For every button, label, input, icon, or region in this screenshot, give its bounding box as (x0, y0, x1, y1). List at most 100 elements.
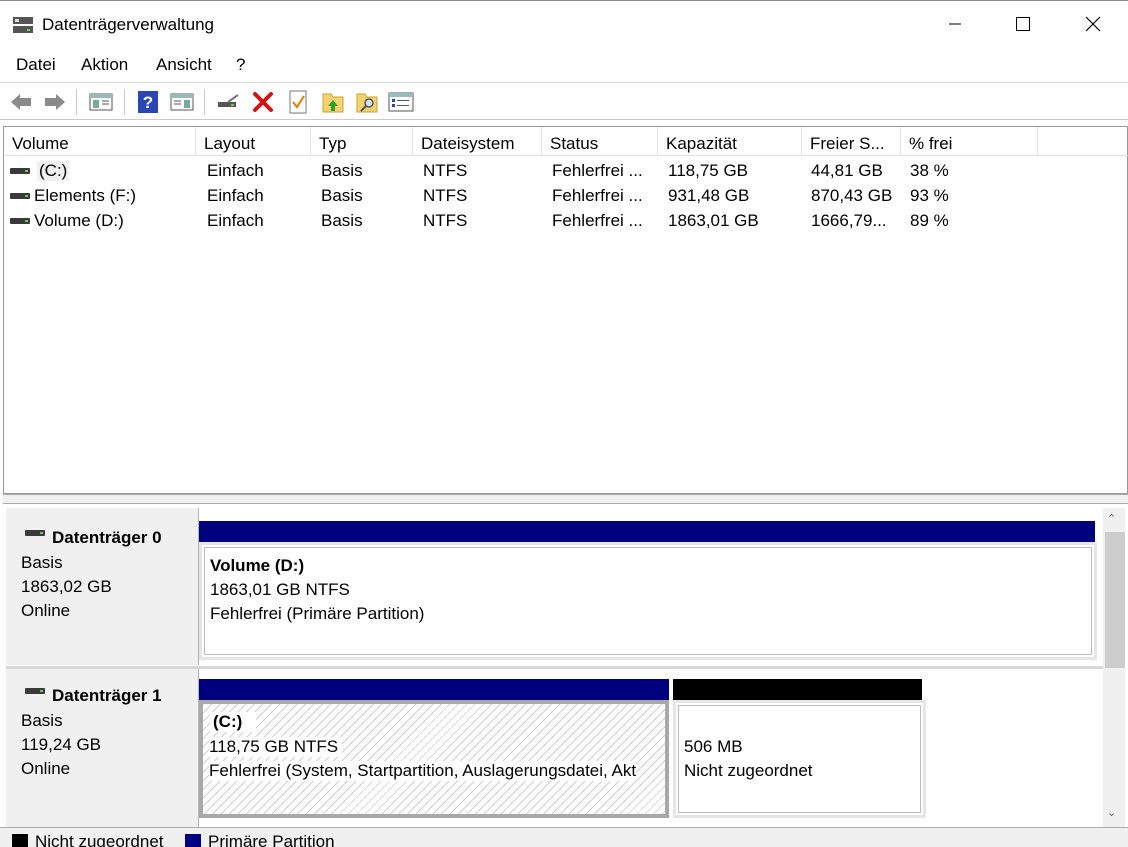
disk-0-type: Basis (21, 553, 63, 572)
drive-icon (10, 218, 30, 224)
properties-view-button[interactable] (169, 89, 195, 115)
partition-title: Volume (D:) (210, 556, 305, 575)
toolbar-separator (204, 89, 205, 115)
forward-arrow-icon (45, 94, 65, 110)
disk-0-size: 1863,02 GB (21, 577, 112, 596)
legend-unallocated: Nicht zugeordnet (35, 832, 164, 847)
settings-list-icon (388, 92, 414, 112)
cell-typ: Basis (321, 211, 363, 230)
disk-1-info[interactable]: Datenträger 1 Basis 119,24 GB Online (6, 669, 199, 827)
volume-list-header: Volume Layout Typ Dateisystem Status Kap… (4, 127, 1128, 156)
cell-kapazitaet: 931,48 GB (668, 186, 750, 205)
disk-0-state: Online (21, 601, 71, 620)
column-header-status[interactable]: Status (542, 127, 658, 156)
minimize-button[interactable] (920, 1, 990, 47)
console-tree-icon (89, 93, 113, 111)
partition-inner-frame (204, 547, 1092, 655)
volume-list: Volume Layout Typ Dateisystem Status Kap… (3, 126, 1128, 494)
connect-drive-button[interactable] (216, 89, 242, 115)
table-row[interactable]: (C:) Einfach Basis NTFS Fehlerfrei ... 1… (4, 159, 1128, 184)
partition-size: 118,75 GB NTFS (209, 737, 343, 757)
menu-ansicht[interactable]: Ansicht (156, 55, 212, 75)
disk-management-app-icon (13, 17, 33, 33)
table-row[interactable]: Elements (F:) Einfach Basis NTFS Fehlerf… (4, 184, 1128, 209)
primary-partition-bar (199, 679, 669, 700)
column-header-prozent-frei[interactable]: % frei (901, 127, 1038, 156)
partition-title: (C:) (210, 712, 257, 732)
folder-up-icon (322, 93, 344, 113)
cell-dateisystem: NTFS (423, 161, 468, 180)
menu-bar: Datei Aktion Ansicht ? (0, 50, 1128, 80)
check-icon (289, 90, 307, 114)
back-button[interactable] (8, 89, 34, 115)
cell-dateisystem: NTFS (423, 186, 468, 205)
disk-0-info[interactable]: Datenträger 0 Basis 1863,02 GB Online (6, 508, 199, 665)
menu-help[interactable]: ? (236, 55, 245, 75)
folder-up-button[interactable] (320, 89, 346, 115)
cell-freier-speicher: 1666,79... (811, 211, 887, 230)
disk-view-scrollbar[interactable]: ⌃ ⌄ (1103, 508, 1125, 827)
scroll-up-icon[interactable]: ⌃ (1107, 512, 1116, 525)
cell-prozent-frei: 38 % (910, 161, 949, 180)
partition-status: Nicht zugeordnet (684, 761, 813, 780)
scrollbar-thumb[interactable] (1105, 532, 1125, 668)
cell-freier-speicher: 44,81 GB (811, 161, 883, 180)
settings-list-button[interactable] (388, 89, 414, 115)
cell-kapazitaet: 1863,01 GB (668, 211, 759, 230)
cell-typ: Basis (321, 161, 363, 180)
partition-status: Fehlerfrei (System, Startpartition, Ausl… (209, 761, 637, 781)
properties-view-icon (170, 93, 194, 111)
forward-button[interactable] (42, 89, 68, 115)
partition-unallocated[interactable]: 506 MB Nicht zugeordnet (673, 700, 926, 818)
cell-layout: Einfach (207, 161, 264, 180)
column-header-dateisystem[interactable]: Dateisystem (413, 127, 542, 156)
cell-prozent-frei: 89 % (910, 211, 949, 230)
partition-size: 1863,01 GB NTFS (210, 580, 350, 599)
folder-search-icon (356, 93, 378, 113)
cell-status: Fehlerfrei ... (552, 161, 643, 180)
disk-graphical-view: Datenträger 0 Basis 1863,02 GB Online Vo… (3, 508, 1103, 827)
disk-1-type: Basis (21, 711, 63, 730)
cell-dateisystem: NTFS (423, 211, 468, 230)
column-header-typ[interactable]: Typ (311, 127, 413, 156)
scroll-down-icon[interactable]: ⌄ (1107, 806, 1116, 819)
drive-icon (10, 193, 30, 199)
partition-c[interactable]: (C:) 118,75 GB NTFS Fehlerfrei (System, … (199, 700, 669, 818)
disk-1-state: Online (21, 759, 71, 778)
cell-typ: Basis (321, 186, 363, 205)
column-header-kapazitaet[interactable]: Kapazität (658, 127, 802, 156)
pane-splitter[interactable] (3, 494, 1128, 504)
menu-aktion[interactable]: Aktion (81, 55, 128, 75)
window-title: Datenträgerverwaltung (42, 15, 214, 34)
title-bar: Datenträgerverwaltung (0, 0, 1128, 48)
partition-status: Fehlerfrei (Primäre Partition) (210, 604, 425, 623)
maximize-icon (1016, 17, 1030, 31)
column-header-layout[interactable]: Layout (196, 127, 311, 156)
back-arrow-icon (11, 94, 31, 110)
cell-prozent-frei: 93 % (910, 186, 949, 205)
toolbar: ? (0, 82, 1128, 120)
primary-legend-swatch (185, 834, 201, 847)
legend-bar: Nicht zugeordnet Primäre Partition (0, 827, 1128, 847)
maximize-button[interactable] (988, 1, 1058, 47)
table-row[interactable]: Volume (D:) Einfach Basis NTFS Fehlerfre… (4, 209, 1128, 234)
console-tree-button[interactable] (88, 89, 114, 115)
legend-primary: Primäre Partition (208, 832, 335, 847)
close-button[interactable] (1058, 1, 1128, 47)
toolbar-separator (76, 89, 77, 115)
partition-volume-d[interactable]: Volume (D:) 1863,01 GB NTFS Fehlerfrei (… (199, 542, 1097, 660)
check-button[interactable] (285, 89, 311, 115)
help-button[interactable]: ? (135, 89, 161, 115)
disk-1-size: 119,24 GB (21, 735, 102, 754)
connect-drive-icon (218, 94, 239, 107)
cell-status: Fehlerfrei ... (552, 211, 643, 230)
disk-1-name: Datenträger 1 (52, 686, 162, 705)
column-header-freier-speicher[interactable]: Freier S... (802, 127, 901, 156)
folder-search-button[interactable] (354, 89, 380, 115)
column-header-volume[interactable]: Volume (4, 127, 196, 156)
menu-datei[interactable]: Datei (16, 55, 56, 75)
disk-icon (25, 530, 45, 536)
delete-button[interactable] (250, 89, 276, 115)
partition-inner-frame (678, 705, 921, 813)
primary-partition-bar (199, 521, 1095, 542)
